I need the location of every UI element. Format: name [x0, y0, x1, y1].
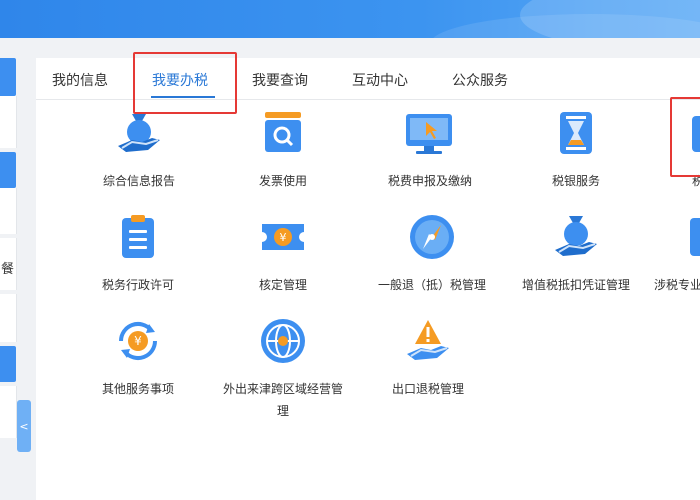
tab-my-info[interactable]: 我的信息	[52, 70, 108, 90]
service-item-tax-bank[interactable]: 税银服务	[536, 104, 616, 192]
svg-text:¥: ¥	[280, 231, 287, 244]
tab-interaction-center[interactable]: 互动中心	[352, 70, 408, 90]
sidebar-item[interactable]	[0, 152, 16, 188]
tab-bar: 我的信息 我要办税 我要查询 互动中心 公众服务	[36, 58, 700, 100]
banner-decoration	[430, 14, 700, 38]
sidebar-item[interactable]	[0, 346, 16, 382]
tab-query[interactable]: 我要查询	[252, 70, 308, 90]
sidebar-item[interactable]	[0, 188, 17, 234]
service-label: 税费申报及缴纳	[387, 174, 472, 188]
active-tab-indicator	[151, 96, 215, 98]
service-label: 发票使用	[258, 174, 307, 188]
service-label: 税银服务	[551, 174, 600, 188]
partial-service-icon	[682, 208, 700, 266]
service-item-other-services[interactable]: ¥ 其他服务事项	[92, 312, 184, 400]
invoice-search-icon	[254, 104, 312, 162]
service-item-admin-license[interactable]: 税务行政许可	[92, 208, 184, 296]
clipboard-icon	[109, 208, 167, 266]
service-label: 涉税专业	[654, 278, 700, 292]
service-label: 增值税抵扣凭证管理	[521, 278, 630, 292]
money-bag-hand-icon	[547, 208, 605, 266]
yen-cycle-icon: ¥	[109, 312, 167, 370]
tab-handle-tax[interactable]: 我要办税	[152, 70, 208, 90]
service-item-tax-refund[interactable]: 一般退（抵）税管理	[370, 208, 494, 296]
compass-icon	[403, 208, 461, 266]
service-label: 外出来津跨区域经营管	[222, 382, 343, 396]
service-label: 税务行政许可	[101, 278, 174, 292]
service-label: 一般退（抵）税管理	[377, 278, 486, 292]
partial-service-icon	[684, 104, 700, 162]
warning-hand-icon	[399, 312, 457, 370]
sidebar-item[interactable]	[0, 386, 17, 438]
sidebar-item[interactable]	[0, 58, 16, 96]
service-item-comprehensive-report[interactable]: 综合信息报告	[98, 104, 180, 192]
sidebar-item[interactable]	[0, 96, 17, 148]
service-label: 税	[692, 174, 700, 188]
service-label-continued: 理	[276, 404, 289, 418]
chevron-left-icon: <	[19, 419, 29, 433]
service-item-tax-professional[interactable]: 涉税专业	[652, 208, 700, 296]
main-panel: 我的信息 我要办税 我要查询 互动中心 公众服务 综合信息报告 发票使用 税费申…	[36, 58, 700, 500]
sidebar-collapse-button[interactable]: <	[17, 400, 31, 452]
money-bag-hand-icon	[110, 104, 168, 162]
service-label: 出口退税管理	[391, 382, 464, 396]
service-label: 核定管理	[258, 278, 307, 292]
tab-public-service[interactable]: 公众服务	[452, 70, 508, 90]
service-item-tax-declaration[interactable]: 税费申报及缴纳	[380, 104, 480, 192]
service-item-assessment[interactable]: ¥ 核定管理	[242, 208, 324, 296]
service-item-cross-region[interactable]: 外出来津跨区域经营管 理	[212, 312, 354, 424]
service-label: 综合信息报告	[102, 174, 175, 188]
service-item-vat-deduction[interactable]: 增值税抵扣凭证管理	[510, 208, 642, 296]
ticket-yen-icon: ¥	[254, 208, 312, 266]
sidebar-item[interactable]	[0, 294, 17, 342]
globe-icon	[254, 312, 312, 370]
service-item-export-refund[interactable]: 出口退税管理	[382, 312, 474, 400]
sidebar-item[interactable]: 餐	[0, 238, 17, 290]
service-item-partial[interactable]: 税	[668, 104, 700, 192]
service-item-invoice-use[interactable]: 发票使用	[242, 104, 324, 192]
sidebar-item-label: 餐	[1, 262, 15, 277]
service-label: 其他服务事项	[101, 382, 174, 396]
hourglass-icon	[547, 104, 605, 162]
monitor-cursor-icon	[400, 104, 458, 162]
top-banner	[0, 0, 700, 38]
svg-text:¥: ¥	[134, 334, 142, 348]
